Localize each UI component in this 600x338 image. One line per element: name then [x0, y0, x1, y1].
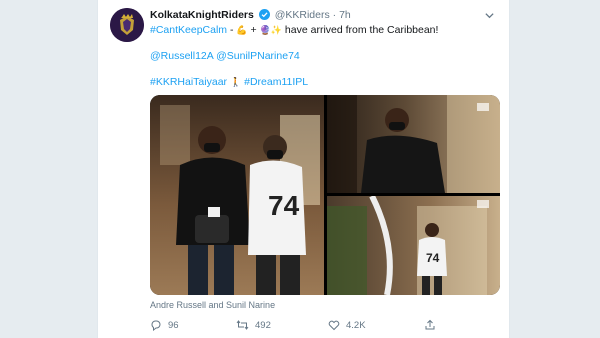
media-photo-1[interactable]: 74 — [150, 95, 324, 295]
text-plus: + — [247, 24, 260, 36]
like-count: 4.2K — [346, 319, 366, 331]
svg-text:74: 74 — [426, 251, 440, 265]
sparkles-emoji: ✨ — [270, 25, 283, 35]
share-button[interactable] — [424, 319, 436, 331]
tweet-card: KolkataKnightRiders @KKRiders · 7h #Cant… — [97, 0, 510, 338]
tweet-header: KolkataKnightRiders @KKRiders · 7h — [150, 8, 351, 24]
walking-emoji: 🚶 — [229, 77, 242, 87]
retweet-count: 492 — [255, 319, 271, 331]
text-dash: - — [227, 24, 237, 36]
mention-narine[interactable]: @SunilPNarine74 — [216, 50, 300, 62]
media-photo-3[interactable]: 74 — [327, 196, 500, 295]
tweet-time[interactable]: 7h — [339, 9, 351, 21]
tweet-text: #CantKeepCalm - 💪 + 🔮✨ have arrived from… — [150, 23, 500, 89]
media-photo-2[interactable] — [327, 95, 500, 193]
hashtag-kkrhaitaiyaar[interactable]: #KKRHaiTaiyaar — [150, 76, 227, 88]
reply-count: 96 — [168, 319, 179, 331]
verified-badge-icon — [258, 9, 270, 24]
share-icon — [424, 319, 436, 331]
separator-dot: · — [332, 9, 337, 21]
hashtag-cantkeepcalm[interactable]: #CantKeepCalm — [150, 24, 227, 36]
muscle-emoji: 💪 — [236, 25, 248, 35]
crystal-ball-emoji: 🔮 — [259, 25, 271, 35]
hashtag-dream11ipl[interactable]: #Dream11IPL — [244, 76, 308, 88]
retweet-button[interactable]: 492 — [236, 319, 271, 331]
avatar[interactable] — [110, 8, 144, 42]
reply-button[interactable]: 96 — [150, 319, 179, 331]
like-icon — [328, 319, 340, 331]
reply-icon — [150, 319, 162, 331]
mention-russell[interactable]: @Russell12A — [150, 50, 213, 62]
media-caption: Andre Russell and Sunil Narine — [150, 300, 276, 310]
svg-text:74: 74 — [268, 190, 300, 221]
tweet-actions: 96 492 4.2K — [150, 319, 500, 335]
author-name[interactable]: KolkataKnightRiders — [150, 9, 254, 21]
tweet-media-grid: 74 74 — [150, 95, 500, 295]
like-button[interactable]: 4.2K — [328, 319, 366, 331]
retweet-icon — [236, 319, 249, 331]
author-handle[interactable]: @KKRiders — [275, 9, 330, 21]
kkr-logo-icon — [110, 8, 144, 42]
text-arrived: have arrived from the Caribbean! — [282, 24, 439, 36]
